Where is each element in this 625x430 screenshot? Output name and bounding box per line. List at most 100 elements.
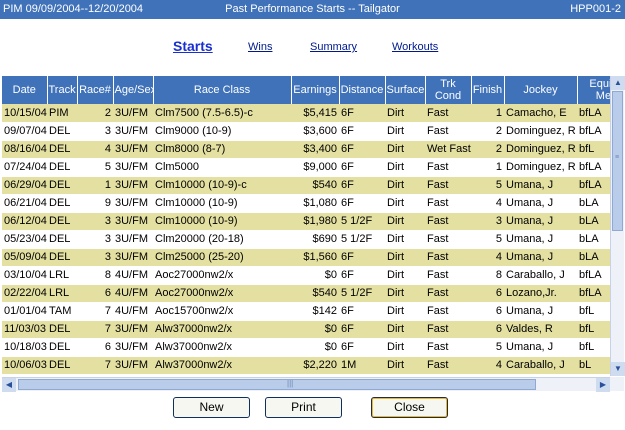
table-cell: bLA	[577, 212, 610, 231]
table-cell: DEL	[47, 212, 77, 231]
arrow-right-icon[interactable]: ▶	[596, 378, 610, 392]
table-cell: 10/06/03	[2, 356, 47, 375]
column-header[interactable]: Date	[2, 76, 48, 104]
arrow-left-icon[interactable]: ◀	[2, 378, 16, 392]
table-cell: bL	[577, 356, 610, 375]
table-cell: bfLA	[577, 104, 610, 123]
table-cell: Dominguez, R	[504, 122, 577, 141]
column-header[interactable]: Race Class	[153, 76, 292, 104]
table-cell: 4U/FM	[113, 302, 153, 321]
table-row[interactable]: 06/21/04 DEL 9 3U/FM Clm10000 (10-9) $1,080 6F…	[2, 194, 610, 213]
table-cell: 02/22/04	[2, 284, 47, 303]
new-button[interactable]: New	[173, 397, 250, 418]
table-cell: Dirt	[385, 248, 425, 267]
table-cell: 05/09/04	[2, 248, 47, 267]
table-cell: bLA	[577, 230, 610, 249]
tab-wins[interactable]: Wins	[248, 41, 272, 53]
table-cell: Clm10000 (10-9)	[153, 212, 291, 231]
arrow-down-icon[interactable]: ▼	[611, 362, 625, 376]
table-cell: $3,600	[291, 122, 339, 141]
table-cell: Aoc27000nw2/x	[153, 284, 291, 303]
table-cell: 2	[77, 104, 113, 123]
table-cell: bfL	[577, 302, 610, 321]
column-header[interactable]: Distance	[339, 76, 386, 104]
column-header[interactable]: Track	[47, 76, 78, 104]
column-header[interactable]: Race#	[77, 76, 114, 104]
table-row[interactable]: 05/09/04 DEL 3 3U/FM Clm25000 (25-20) $1,560 6…	[2, 248, 610, 267]
table-header-row: Date Track Race# Age/Sex Race Class Earnings D…	[2, 76, 610, 104]
table-cell: 3	[77, 230, 113, 249]
table-cell: 8	[77, 266, 113, 285]
table-cell: Clm10000 (10-9)	[153, 194, 291, 213]
table-cell: 4	[471, 356, 504, 375]
table-cell: Fast	[425, 104, 471, 123]
vertical-scrollbar[interactable]: ▲ ≡ ▼	[610, 76, 625, 376]
table-cell: 3U/FM	[113, 140, 153, 159]
table-cell: 6F	[339, 320, 385, 339]
table-row[interactable]: 07/24/04 DEL 5 3U/FM Clm5000 $9,000 6F Dirt Fast…	[2, 158, 610, 177]
table-row[interactable]: 10/18/03 DEL 6 3U/FM Alw37000nw2/x $0 6F Dirt Fa…	[2, 338, 610, 357]
table-cell: 4U/FM	[113, 284, 153, 303]
table-cell: Caraballo, J	[504, 374, 577, 376]
arrow-up-icon[interactable]: ▲	[611, 76, 625, 90]
tab-workouts[interactable]: Workouts	[392, 41, 438, 53]
table-row[interactable]: 08/16/04 DEL 4 3U/FM Clm8000 (8-7) $3,400 6F Di…	[2, 140, 610, 159]
table-cell: 3U/FM	[113, 158, 153, 177]
table-row[interactable]: 05/23/04 DEL 3 3U/FM Clm20000 (20-18) $690 5 1…	[2, 230, 610, 249]
column-header[interactable]: Age/Sex	[113, 76, 154, 104]
table-row[interactable]: 09/07/04 DEL 3 3U/FM Clm9000 (10-9) $3,600 6F D…	[2, 122, 610, 141]
table-row[interactable]: 06/12/04 DEL 3 3U/FM Clm10000 (10-9) $1,980 5 …	[2, 212, 610, 231]
table-cell: 5	[77, 158, 113, 177]
column-header[interactable]: Finish	[471, 76, 505, 104]
table-cell: Camacho, E	[504, 104, 577, 123]
screen-id: HPP001-2	[570, 3, 621, 15]
table-cell: Alw37000nw2/x	[153, 338, 291, 357]
horizontal-scroll-thumb[interactable]: |||	[18, 379, 536, 390]
table-cell: $9,000	[291, 158, 339, 177]
table-cell: 1	[471, 104, 504, 123]
horizontal-scrollbar[interactable]: ◀ ||| ▶	[2, 377, 610, 392]
table-cell: Dirt	[385, 338, 425, 357]
table-cell: 7	[77, 320, 113, 339]
table-cell: Clm9000 (10-9)	[153, 122, 291, 141]
table-row[interactable]: 02/22/04 LRL 6 4U/FM Aoc27000nw2/x $540 5 1/2F…	[2, 284, 610, 303]
table-row[interactable]: 10/15/04 PIM 2 3U/FM Clm7500 (7.5-6.5)-c $5,4…	[2, 104, 610, 123]
table-cell: Aoc15700nw2/x	[153, 302, 291, 321]
table-row[interactable]: 06/29/04 DEL 1 3U/FM Clm10000 (10-9)-c $540 6F…	[2, 176, 610, 195]
close-button[interactable]: Close	[371, 397, 448, 418]
table-row[interactable]: 03/10/04 LRL 8 4U/FM Aoc27000nw2/x $0 6F Dirt Fa…	[2, 266, 610, 285]
tab-starts[interactable]: Starts	[173, 38, 213, 54]
column-header[interactable]: Jockey	[504, 76, 578, 104]
column-header[interactable]: Equip / Med	[577, 76, 610, 104]
table-cell: 5	[471, 338, 504, 357]
column-header[interactable]: Trk Cond	[425, 76, 472, 104]
table-cell: Dirt	[385, 302, 425, 321]
table-cell: 11/03/03	[2, 320, 47, 339]
table-row[interactable]: 10/06/03 DEL 7 3U/FM Alw37000nw2/x $2,220 1M Di…	[2, 356, 610, 375]
table-cell: 3U/FM	[113, 230, 153, 249]
view-tabs: Starts Wins Summary Workouts	[0, 38, 625, 58]
table-cell: Dirt	[385, 194, 425, 213]
table-cell: $1,980	[291, 212, 339, 231]
table-row[interactable]: 08/17/03DEL73U/FMAlw34000nw1/x$20,4006FD…	[2, 374, 610, 376]
table-cell: 2	[471, 122, 504, 141]
column-header[interactable]: Surface	[385, 76, 426, 104]
table-cell: 6F	[339, 302, 385, 321]
tab-summary[interactable]: Summary	[310, 41, 357, 53]
table-cell: DEL	[47, 140, 77, 159]
table-cell: 1	[77, 176, 113, 195]
table-cell: Dirt	[385, 140, 425, 159]
table-cell: 3U/FM	[113, 122, 153, 141]
column-header[interactable]: Earnings	[291, 76, 340, 104]
vertical-scroll-thumb[interactable]: ≡	[612, 91, 623, 231]
print-button[interactable]: Print	[265, 397, 342, 418]
table-cell: DEL	[47, 338, 77, 357]
table-cell: Alw37000nw2/x	[153, 356, 291, 375]
table-cell: bfL	[577, 140, 610, 159]
table-cell: $2,220	[291, 356, 339, 375]
table-row[interactable]: 01/01/04 TAM 7 4U/FM Aoc15700nw2/x $142 6F Dirt…	[2, 302, 610, 321]
table-row[interactable]: 11/03/03 DEL 7 3U/FM Alw37000nw2/x $0 6F Dirt Fa…	[2, 320, 610, 339]
table-cell: Clm20000 (20-18)	[153, 230, 291, 249]
table-cell: 7	[77, 374, 113, 376]
table-cell: Fast	[425, 212, 471, 231]
